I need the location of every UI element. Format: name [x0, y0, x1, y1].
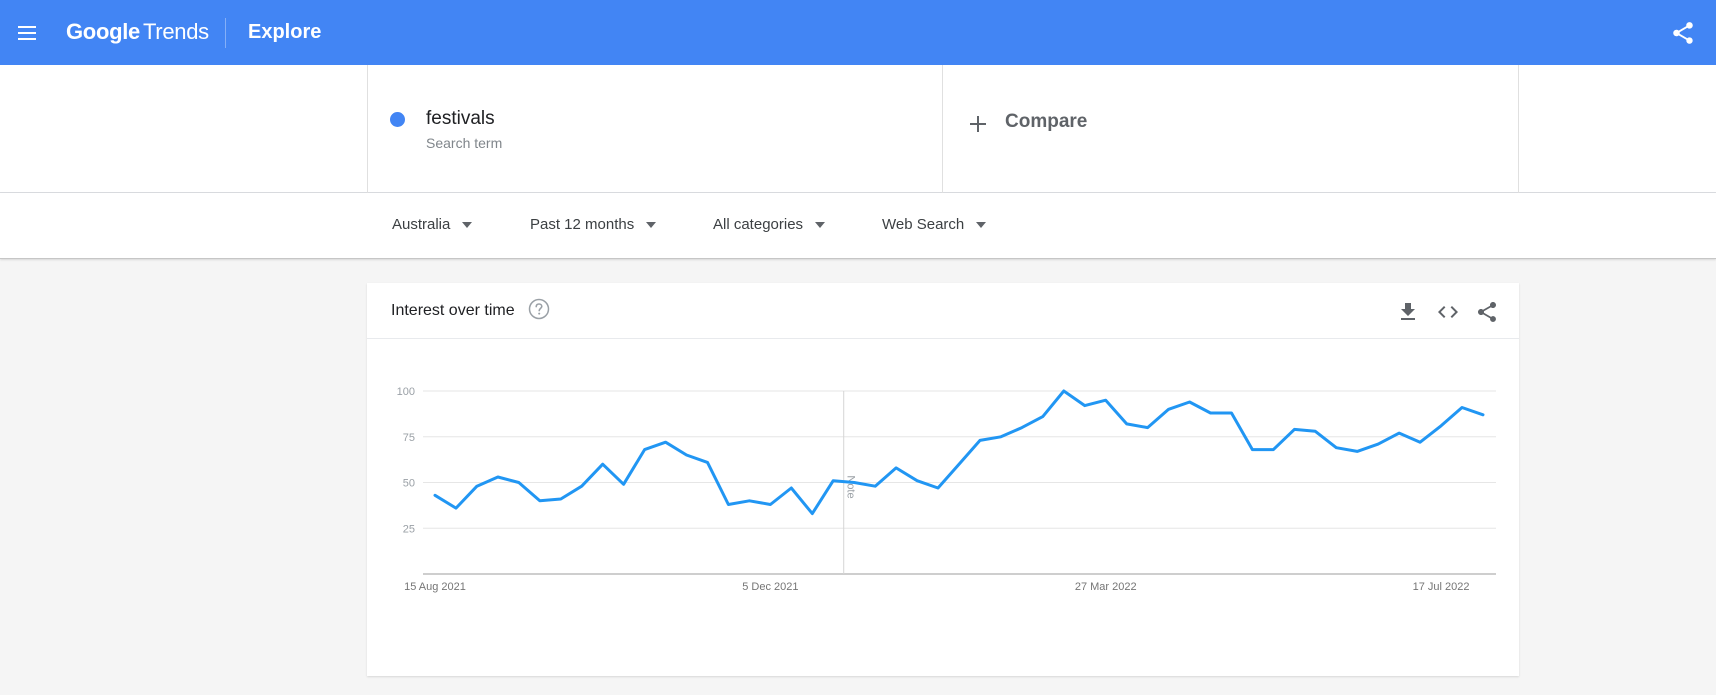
x-tick-label: 5 Dec 2021 [742, 581, 798, 593]
term-color-dot [390, 112, 405, 127]
note-marker-label: Note [845, 475, 857, 498]
caret-down-icon [815, 221, 826, 228]
period-dropdown[interactable]: Past 12 months [530, 216, 657, 233]
y-tick-label: 100 [397, 386, 415, 398]
topbar-divider [225, 18, 226, 48]
region-dropdown-label: Australia [392, 216, 451, 233]
caret-down-icon [976, 221, 987, 228]
explore-nav-title[interactable]: Explore [248, 21, 321, 44]
search-term-card[interactable]: festivals Search term [367, 65, 943, 193]
compare-button[interactable]: Compare [943, 65, 1519, 193]
term-type: Search term [426, 135, 503, 151]
x-tick-label: 15 Aug 2021 [404, 581, 466, 593]
plus-icon [970, 116, 986, 132]
logo-trends-text: Trends [142, 19, 209, 44]
download-icon[interactable] [1396, 300, 1420, 324]
caret-down-icon [646, 221, 657, 228]
period-dropdown-label: Past 12 months [530, 216, 635, 233]
x-tick-label: 17 Jul 2022 [1413, 581, 1470, 593]
google-trends-logo[interactable]: Google Trends [66, 19, 209, 45]
series-line-festivals [433, 389, 1485, 516]
term-name: festivals [426, 108, 495, 129]
y-tick-label: 75 [403, 432, 415, 444]
category-dropdown-label: All categories [713, 216, 804, 233]
x-tick-label: 27 Mar 2022 [1075, 581, 1137, 593]
category-dropdown[interactable]: All categories [713, 216, 826, 233]
compare-label: Compare [1005, 111, 1088, 132]
search-terms-bar: festivals Search term Compare [0, 65, 1716, 193]
card-header: Interest over time [367, 283, 1519, 339]
logo-google-text: Google [66, 19, 140, 44]
filter-bar: Australia Past 12 months All categories … [0, 193, 1716, 259]
share-icon[interactable] [1475, 300, 1499, 324]
y-tick-label: 25 [403, 523, 415, 535]
caret-down-icon [462, 221, 473, 228]
menu-icon[interactable] [14, 20, 40, 46]
embed-icon[interactable] [1436, 300, 1460, 324]
y-tick-label: 50 [403, 478, 415, 490]
top-app-bar: Google Trends Explore [0, 0, 1716, 65]
card-title: Interest over time [391, 302, 515, 319]
search-property-dropdown[interactable]: Web Search [882, 216, 987, 233]
search-property-label: Web Search [882, 216, 965, 233]
interest-over-time-card: Interest over time 25 50 75 100 Note 15 Aug 2… [367, 283, 1519, 676]
share-icon[interactable] [1670, 20, 1696, 46]
interest-line-chart[interactable]: 25 50 75 100 Note 15 Aug 2021 5 Dec 2021 27 Mar… [367, 339, 1519, 676]
region-dropdown[interactable]: Australia [392, 216, 473, 233]
help-icon[interactable] [528, 298, 550, 320]
